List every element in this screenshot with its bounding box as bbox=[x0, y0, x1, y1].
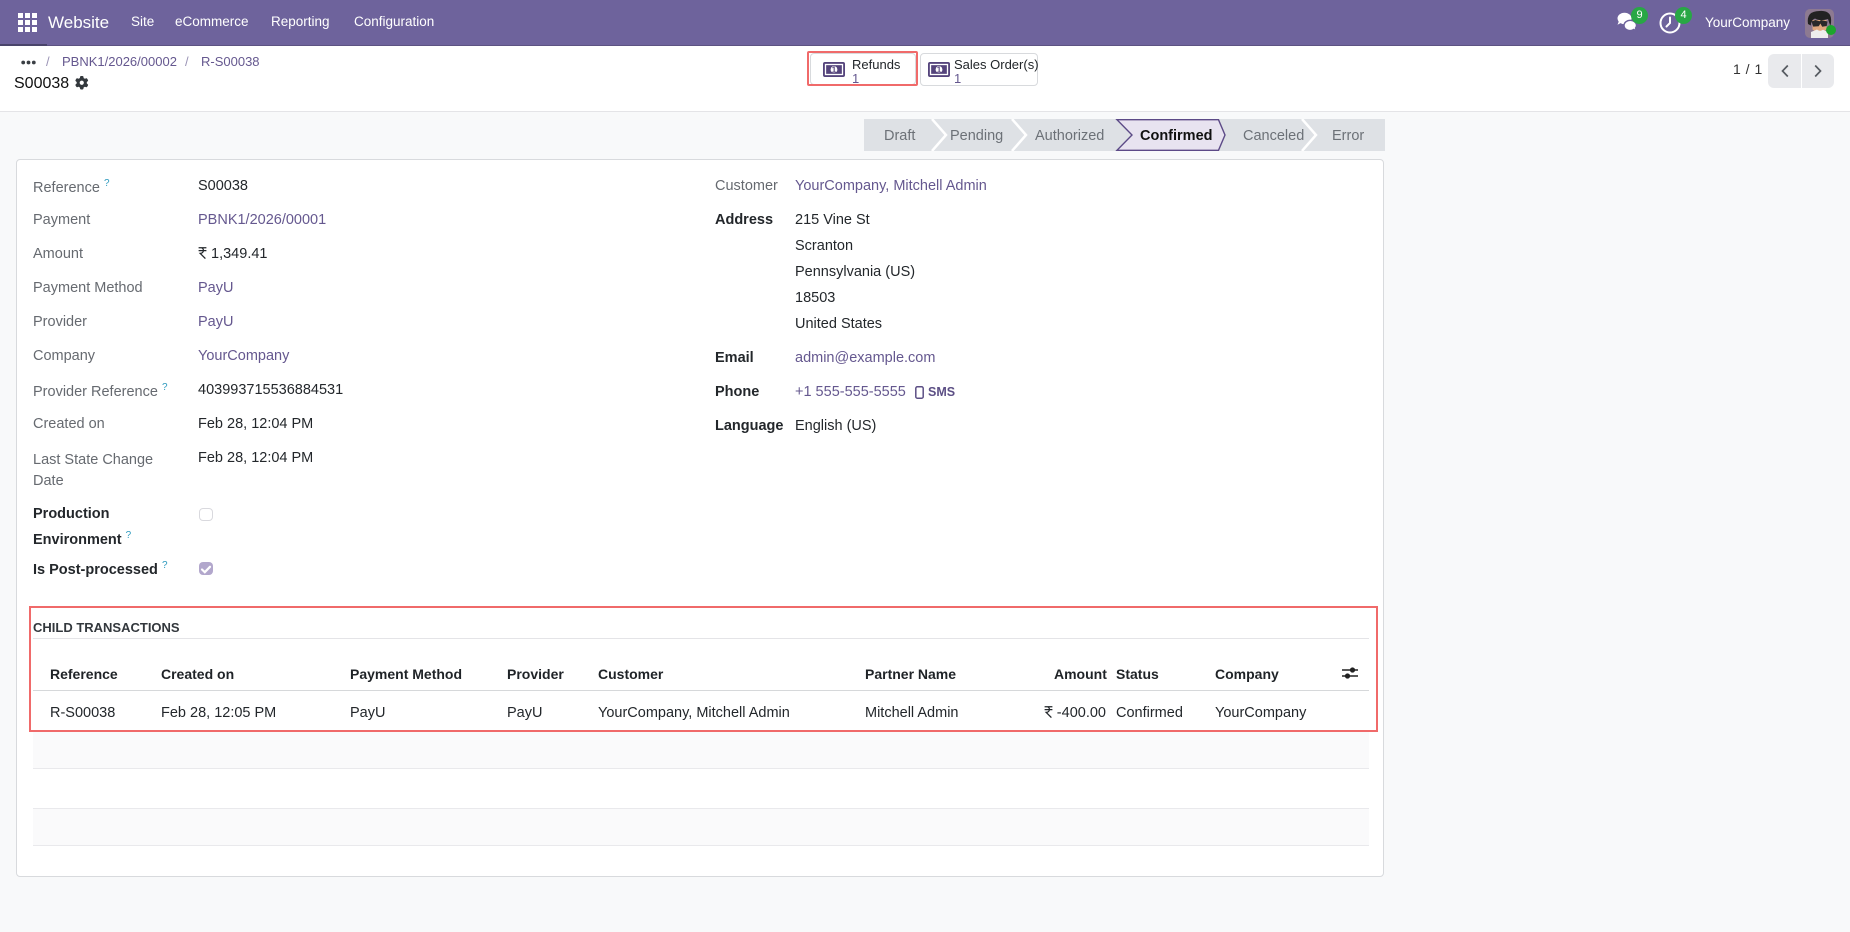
svg-text:Canceled: Canceled bbox=[1243, 128, 1304, 144]
svg-text:Draft: Draft bbox=[884, 128, 915, 144]
svg-text:Error: Error bbox=[1332, 128, 1364, 144]
svg-text:Confirmed: Confirmed bbox=[1140, 128, 1213, 144]
svg-text:Authorized: Authorized bbox=[1035, 128, 1104, 144]
svg-text:1: 1 bbox=[937, 65, 942, 74]
svg-text:Pending: Pending bbox=[950, 128, 1003, 144]
